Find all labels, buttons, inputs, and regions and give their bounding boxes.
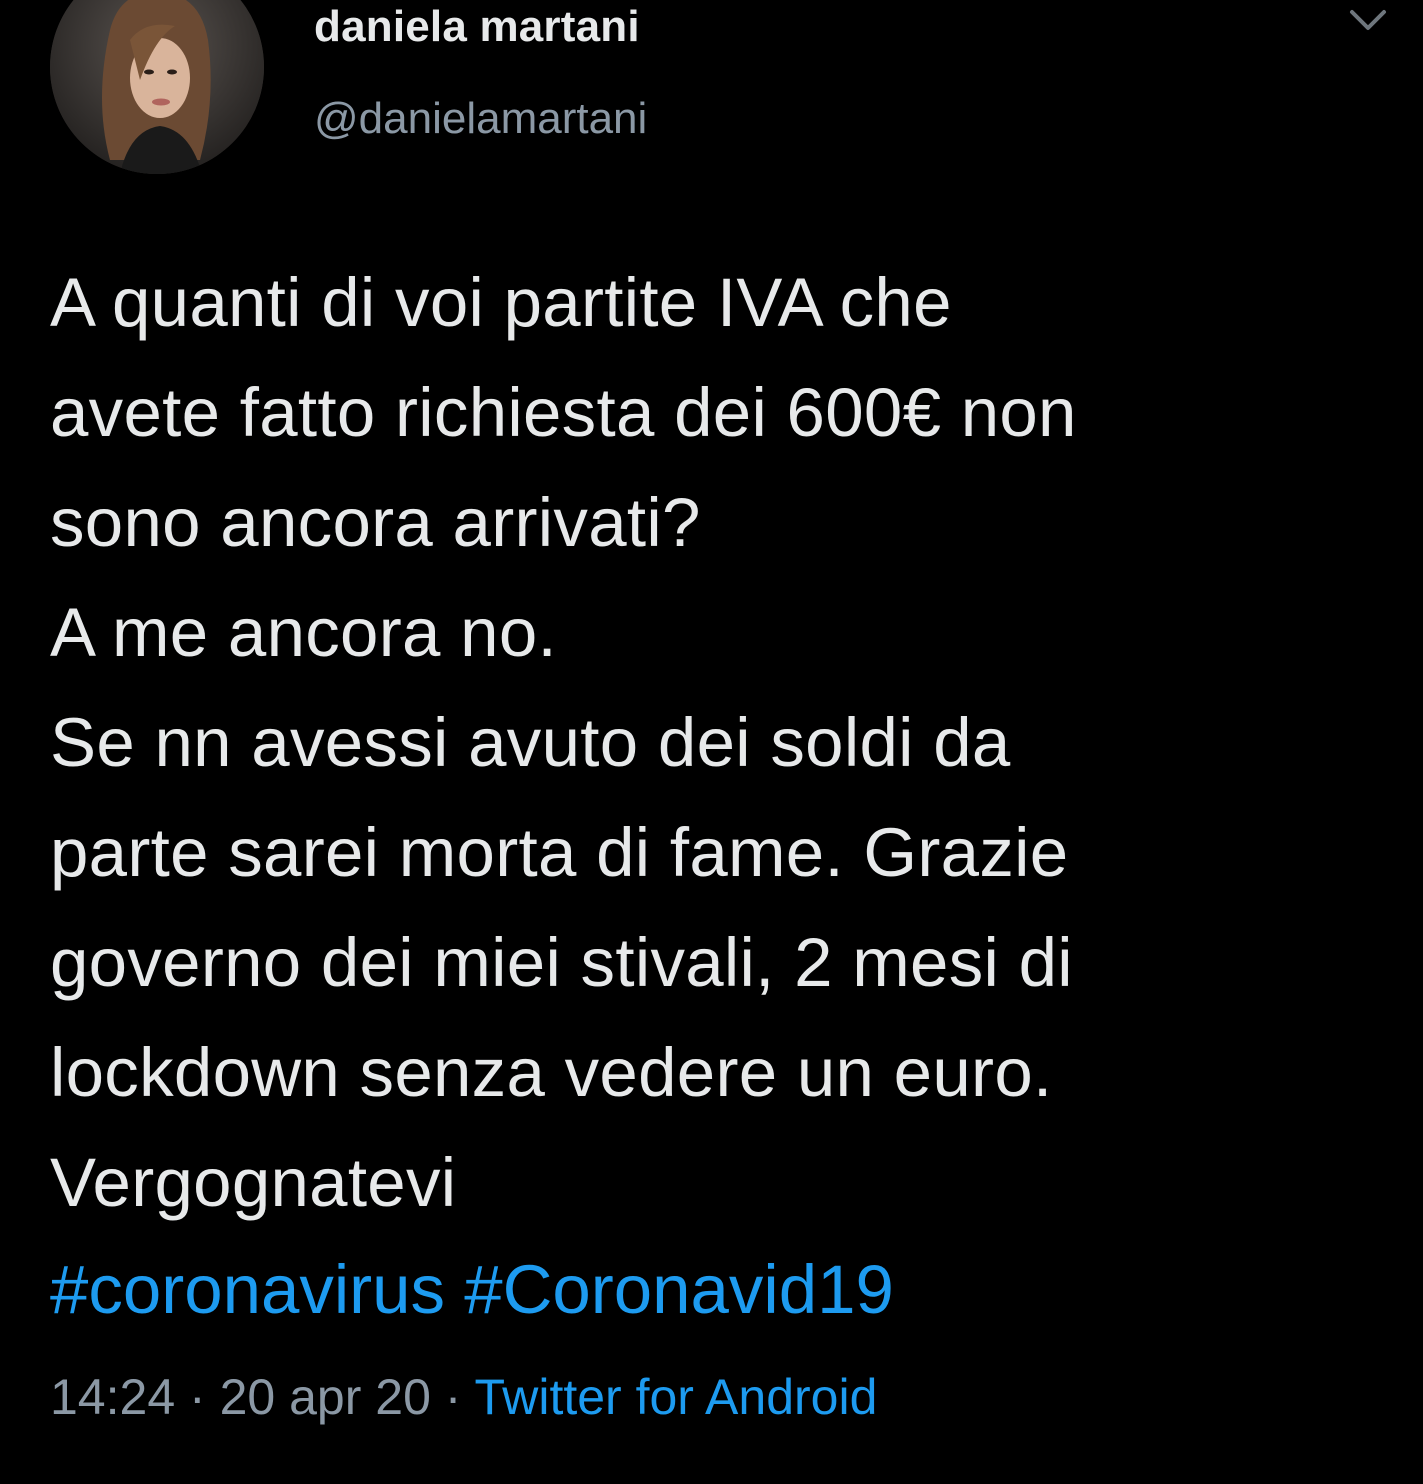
display-name[interactable]: daniela martani (314, 2, 640, 52)
tweet-text: A quanti di voi partite IVA che avete fa… (50, 264, 1077, 1221)
hashtag-coronavirus[interactable]: #coronavirus (50, 1251, 445, 1328)
chevron-down-icon[interactable] (1344, 2, 1392, 38)
tweet-time[interactable]: 14:24 (50, 1369, 175, 1425)
tweet-source-link[interactable]: Twitter for Android (474, 1369, 877, 1425)
user-handle[interactable]: @danielamartani (314, 94, 647, 144)
tweet-metadata: 14:24 · 20 apr 20 · Twitter for Android (50, 1362, 877, 1432)
avatar[interactable] (50, 0, 264, 174)
tweet: daniela martani @danielamartani A quanti… (0, 0, 1423, 1484)
profile-photo-icon (50, 0, 264, 174)
hashtag-coronavid19[interactable]: #Coronavid19 (464, 1251, 894, 1328)
hashtags: #coronavirus #Coronavid19 (50, 1235, 894, 1345)
tweet-date[interactable]: 20 apr 20 (220, 1369, 431, 1425)
meta-separator: · (189, 1369, 206, 1425)
meta-separator: · (444, 1369, 462, 1425)
